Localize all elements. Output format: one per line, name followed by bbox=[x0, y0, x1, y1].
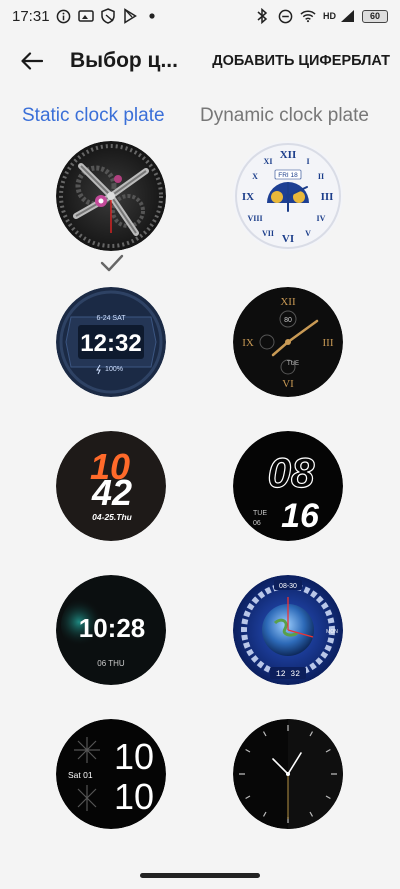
add-watch-face-button[interactable]: ДОБАВИТЬ ЦИФЕРБЛАТ bbox=[212, 53, 390, 69]
face-number-label: 80 bbox=[284, 317, 292, 324]
face-numeral-6: VI bbox=[282, 378, 294, 390]
page-title: Выбор ц... bbox=[70, 49, 178, 72]
svg-text:IX: IX bbox=[242, 191, 254, 203]
face-hour-label: 08 bbox=[268, 449, 315, 496]
watch-face-digital-panel[interactable]: 6-24 SAT 12:32 100% bbox=[56, 287, 166, 397]
face-date-label: 04-25.Thu bbox=[92, 512, 132, 522]
face-time-label: 12 32 bbox=[276, 670, 300, 679]
status-bar: 17:31 HD 60 bbox=[0, 0, 400, 32]
face-hour-label: 10 bbox=[114, 736, 154, 777]
watch-face-outline-numbers[interactable]: 08 16 TUE 06 bbox=[233, 431, 343, 541]
face-date-label: FRI 18 bbox=[278, 172, 298, 179]
back-button[interactable] bbox=[12, 41, 52, 81]
gallery-icon bbox=[77, 8, 94, 24]
status-time: 17:31 bbox=[12, 7, 50, 25]
face-minute-label: 42 bbox=[91, 472, 132, 513]
svg-text:IV: IV bbox=[317, 214, 326, 223]
clock-plate-tabs: Static clock plate Dynamic clock plate bbox=[0, 100, 400, 132]
face-date-label: 08-30 bbox=[279, 583, 297, 590]
watch-face-vertical-digits[interactable]: Sat 01 10 10 bbox=[56, 719, 166, 829]
svg-text:V: V bbox=[305, 229, 311, 238]
face-day-label: MON bbox=[326, 629, 338, 635]
battery-icon: 60 bbox=[362, 9, 388, 23]
face-numeral-12: XII bbox=[280, 296, 296, 308]
svg-text:VIII: VIII bbox=[247, 214, 262, 223]
watch-face-earth[interactable]: 08-30 MON 12 32 bbox=[233, 575, 343, 685]
face-minute-label: 16 bbox=[281, 497, 320, 535]
svg-text:XII: XII bbox=[280, 149, 297, 161]
watch-face-minimal-analog[interactable] bbox=[233, 719, 343, 829]
svg-text:VII: VII bbox=[262, 229, 274, 238]
svg-text:X: X bbox=[252, 172, 258, 181]
face-date-label: 6-24 SAT bbox=[96, 315, 126, 322]
svg-text:XI: XI bbox=[264, 157, 273, 166]
svg-text:VI: VI bbox=[282, 233, 294, 245]
watch-face-black-gold[interactable]: XII IX III VI 80 TUE bbox=[233, 287, 343, 397]
face-day-label: TUE bbox=[287, 361, 299, 367]
play-store-icon bbox=[122, 8, 138, 24]
face-battery-label: 100% bbox=[105, 366, 123, 373]
tab-static-clock-plate[interactable]: Static clock plate bbox=[22, 105, 165, 127]
selected-check-icon bbox=[100, 254, 124, 272]
face-time-label: 10:28 bbox=[79, 613, 146, 643]
app-bar: Выбор ц... ДОБАВИТЬ ЦИФЕРБЛАТ bbox=[0, 32, 400, 90]
info-icon bbox=[56, 8, 72, 24]
svg-text:III: III bbox=[321, 191, 334, 203]
face-day-label: TUE bbox=[253, 510, 267, 517]
bluetooth-icon bbox=[254, 8, 270, 24]
watch-face-teal-digital[interactable]: 10:28 06 THU bbox=[56, 575, 166, 685]
do-not-disturb-icon bbox=[277, 8, 293, 24]
watch-face-roman-moonphase[interactable]: XII III VI IX I II IV V VII VIII X XI FRI 18 bbox=[233, 141, 343, 251]
face-date-label: 06 THU bbox=[97, 659, 125, 668]
watch-face-mechanical-gear[interactable] bbox=[56, 141, 166, 251]
shield-icon bbox=[100, 8, 116, 24]
arrow-left-icon bbox=[21, 52, 43, 70]
face-date-label: Sat 01 bbox=[68, 770, 93, 780]
network-type-label: HD bbox=[323, 11, 336, 21]
tab-dynamic-clock-plate[interactable]: Dynamic clock plate bbox=[200, 105, 369, 127]
navigation-handle[interactable] bbox=[140, 873, 260, 878]
face-date-label: 06 bbox=[253, 520, 261, 527]
svg-text:II: II bbox=[318, 172, 324, 181]
face-numeral-3: III bbox=[323, 337, 334, 349]
dot-icon bbox=[144, 8, 160, 24]
face-time-label: 12:32 bbox=[80, 330, 141, 357]
signal-icon bbox=[339, 8, 355, 24]
face-minute-label: 10 bbox=[114, 776, 154, 817]
watch-face-orange-digital[interactable]: 10 42 04-25.Thu bbox=[56, 431, 166, 541]
svg-text:I: I bbox=[306, 157, 309, 166]
face-numeral-9: IX bbox=[242, 337, 254, 349]
wifi-icon bbox=[300, 8, 316, 24]
